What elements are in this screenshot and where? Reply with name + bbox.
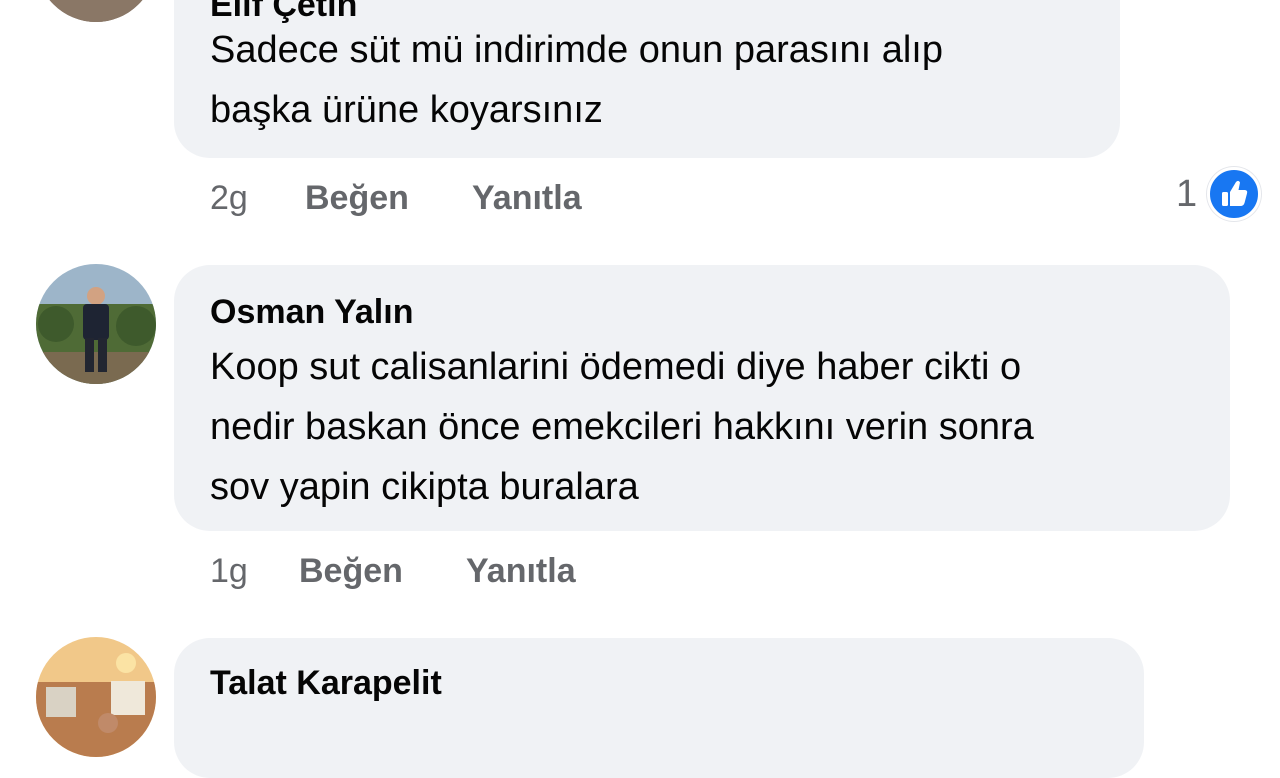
avatar-photo xyxy=(36,264,156,384)
avatar[interactable] xyxy=(36,264,156,384)
comment-timestamp[interactable]: 1g xyxy=(210,552,248,591)
thumbs-up-icon xyxy=(1207,167,1261,221)
comment-bubble[interactable]: Talat Karapelit xyxy=(174,638,1144,778)
comment-text: Sadece süt mü indirimde onun parasını al… xyxy=(210,29,943,131)
reply-button[interactable]: Yanıtla xyxy=(466,552,576,591)
comment-timestamp[interactable]: 2g xyxy=(210,179,248,218)
like-button[interactable]: Beğen xyxy=(305,179,409,218)
like-button[interactable]: Beğen xyxy=(299,552,403,591)
avatar-photo xyxy=(36,0,156,22)
avatar[interactable] xyxy=(36,0,156,22)
comment-text: Koop sut calisanlarini ödemedi diye habe… xyxy=(210,346,1034,508)
avatar-photo xyxy=(36,637,156,757)
comment-author[interactable]: Osman Yalın xyxy=(210,293,413,332)
comment-bubble[interactable]: Osman Yalın Koop sut calisanlarini ödeme… xyxy=(174,265,1230,531)
reaction-count: 1 xyxy=(1176,173,1198,215)
reply-button[interactable]: Yanıtla xyxy=(472,179,582,218)
comment-author[interactable]: Talat Karapelit xyxy=(210,664,442,703)
avatar[interactable] xyxy=(36,637,156,757)
comment-bubble[interactable]: Elif Çetin Sadece süt mü indirimde onun … xyxy=(174,0,1120,158)
